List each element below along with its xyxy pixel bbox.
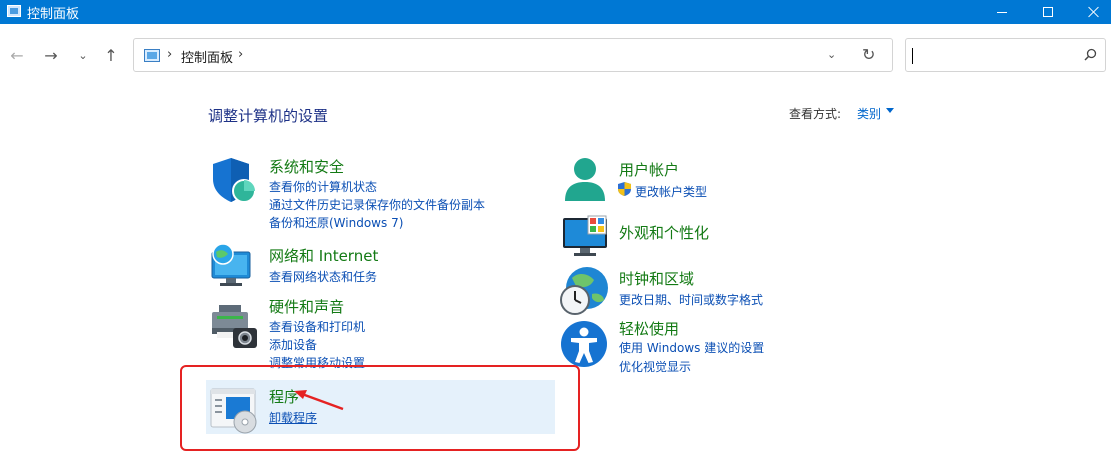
control-panel-icon: [7, 5, 21, 17]
breadcrumb-control-panel[interactable]: 控制面板: [181, 47, 233, 66]
clock-globe-icon[interactable]: [560, 266, 610, 316]
link-optimize-visual-display[interactable]: 优化视觉显示: [619, 358, 691, 375]
annotation-arrow-icon: [294, 390, 344, 411]
network-globe-icon[interactable]: [209, 242, 259, 292]
breadcrumb-separator[interactable]: ›: [167, 47, 172, 62]
address-bar[interactable]: › 控制面板 › ⌄ ↻: [133, 38, 893, 72]
link-backup-restore[interactable]: 备份和还原(Windows 7): [269, 214, 403, 231]
link-devices-printers[interactable]: 查看设备和打印机: [269, 318, 365, 335]
category-clock-region[interactable]: 时钟和区域: [619, 268, 694, 289]
category-hardware-sound[interactable]: 硬件和声音: [269, 296, 344, 317]
accessibility-icon[interactable]: [560, 320, 610, 370]
category-ease-of-access[interactable]: 轻松使用: [619, 318, 679, 339]
back-button[interactable]: ←: [6, 44, 28, 66]
view-by-label: 查看方式:: [789, 107, 842, 121]
window-title: 控制面板: [27, 7, 80, 22]
view-by-dropdown[interactable]: 类别: [857, 105, 881, 122]
close-button[interactable]: [1071, 0, 1111, 24]
user-icon[interactable]: [560, 155, 610, 205]
title-bar: 控制面板: [0, 0, 1111, 24]
maximize-button[interactable]: [1025, 0, 1071, 24]
recent-locations-button[interactable]: ⌄: [72, 44, 94, 66]
close-icon: [1088, 6, 1100, 18]
link-change-date-time-format[interactable]: 更改日期、时间或数字格式: [619, 291, 763, 308]
category-user-accounts[interactable]: 用户帐户: [619, 159, 679, 180]
link-recommended-settings[interactable]: 使用 Windows 建议的设置: [619, 339, 764, 356]
link-add-device[interactable]: 添加设备: [269, 336, 317, 353]
monitor-palette-icon[interactable]: [560, 211, 610, 261]
printer-camera-icon[interactable]: [209, 302, 259, 352]
search-icon[interactable]: [1082, 47, 1098, 63]
minimize-button[interactable]: [979, 0, 1025, 24]
category-system-security[interactable]: 系统和安全: [269, 156, 344, 177]
link-change-account-type[interactable]: 更改帐户类型: [635, 183, 707, 200]
forward-button[interactable]: →: [40, 44, 62, 66]
shield-icon[interactable]: [209, 155, 259, 205]
link-view-computer-status[interactable]: 查看你的计算机状态: [269, 178, 377, 195]
uac-shield-icon: [618, 182, 631, 196]
control-panel-icon: [144, 49, 160, 62]
chevron-down-icon[interactable]: [886, 108, 894, 113]
category-network-internet[interactable]: 网络和 Internet: [269, 245, 378, 266]
category-appearance-personalization[interactable]: 外观和个性化: [619, 222, 709, 243]
maximize-icon: [1043, 7, 1053, 17]
link-network-status[interactable]: 查看网络状态和任务: [269, 268, 377, 285]
annotation-highlight-box: [180, 365, 580, 451]
breadcrumb-separator[interactable]: ›: [238, 47, 243, 62]
text-caret: [912, 48, 913, 64]
link-file-history[interactable]: 通过文件历史记录保存你的文件备份副本: [269, 196, 485, 213]
address-dropdown-button[interactable]: ⌄: [827, 48, 836, 61]
page-title: 调整计算机的设置: [208, 107, 329, 125]
search-input[interactable]: [905, 38, 1106, 72]
minimize-icon: [997, 11, 1007, 13]
up-button[interactable]: ↑: [100, 44, 122, 66]
refresh-button[interactable]: ↻: [862, 45, 875, 64]
